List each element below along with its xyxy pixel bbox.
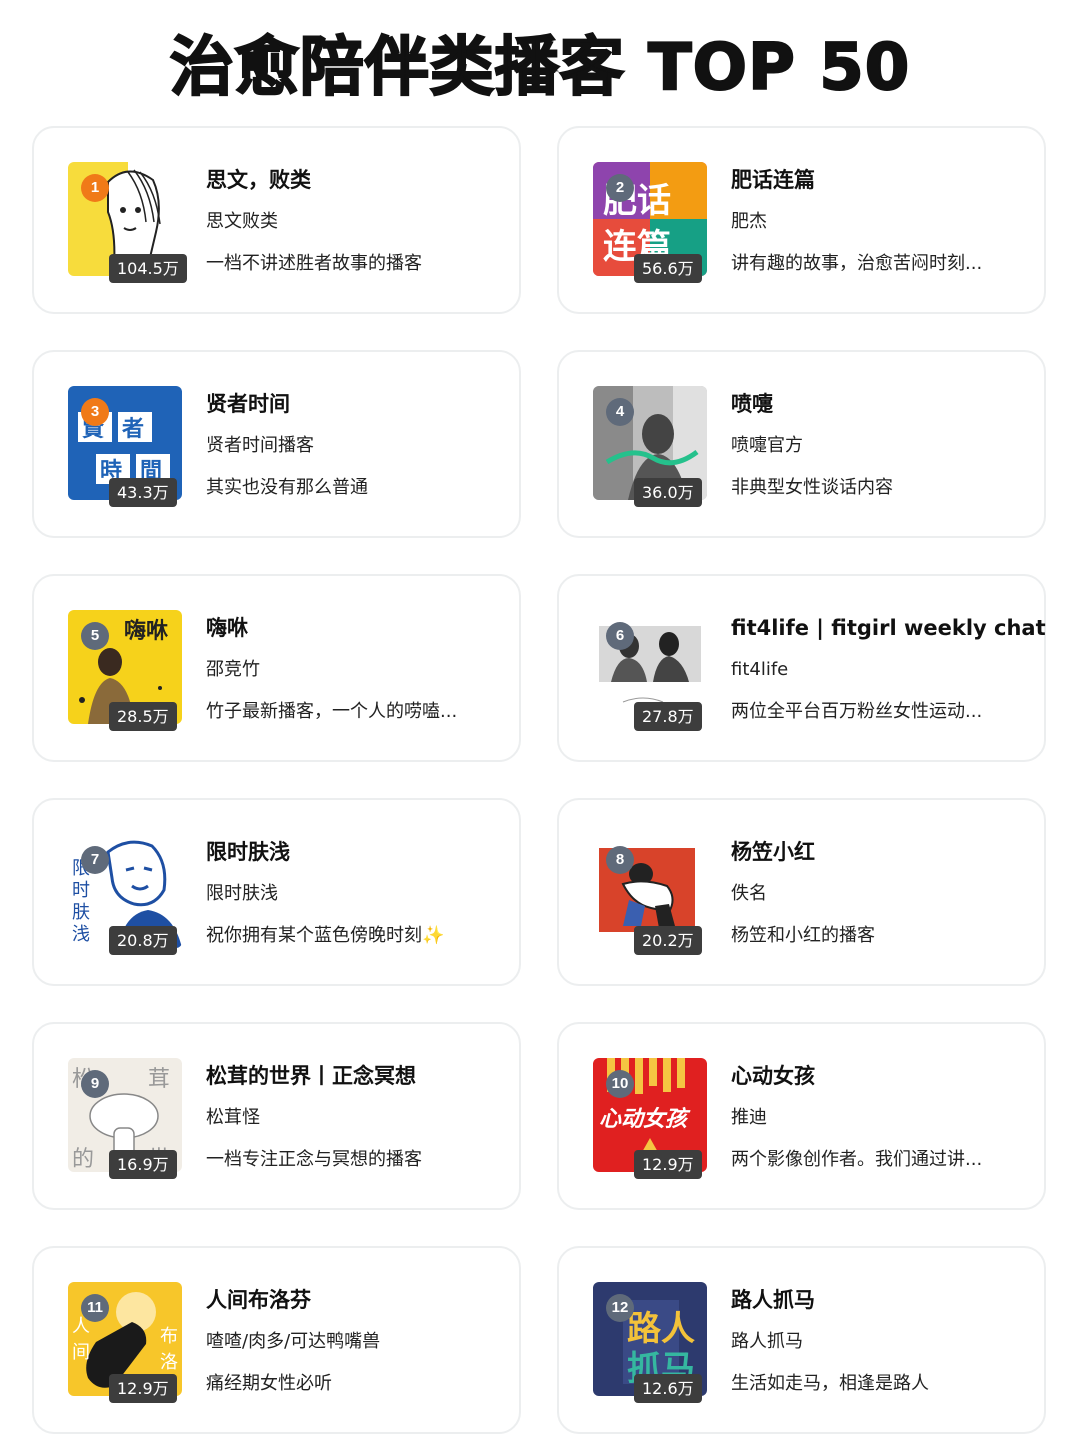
podcast-title[interactable]: 心动女孩 xyxy=(731,1060,1031,1092)
play-count-badge: 36.0万 xyxy=(634,478,702,507)
podcast-title[interactable]: 松茸的世界丨正念冥想 xyxy=(206,1060,506,1092)
podcast-description: 祝你拥有某个蓝色傍晚时刻✨ xyxy=(206,925,445,946)
podcast-title[interactable]: 喷嚏 xyxy=(731,388,1031,420)
podcast-title[interactable]: 思文，败类 xyxy=(206,164,506,196)
podcast-description: 两个影像创作者。我们通过讲... xyxy=(731,1149,983,1170)
rank-badge: 12 xyxy=(606,1294,634,1322)
podcast-title[interactable]: 人间布洛芬 xyxy=(206,1284,506,1316)
podcast-card[interactable]: 嗨咻 5 28.5万 嗨咻 邵竞竹 竹子最新播客，一个人的唠嗑... xyxy=(32,574,521,762)
podcast-title[interactable]: fit4life | fitgirl weekly chat xyxy=(731,612,1046,644)
podcast-card[interactable]: 肥话 连篇 2 56.6万 肥话连篇 肥杰 讲有趣的故事，治愈苦闷时刻... xyxy=(557,126,1046,314)
rank-badge: 3 xyxy=(81,398,109,426)
podcast-author: 松茸怪 xyxy=(206,1107,260,1128)
svg-text:时: 时 xyxy=(72,880,90,901)
podcast-title[interactable]: 嗨咻 xyxy=(206,612,506,644)
podcast-card[interactable]: 人 间 布 洛 11 12.9万 人间布洛芬 喳喳/肉多/可达鸭嘴兽 痛经期女性… xyxy=(32,1246,521,1434)
podcast-description: 生活如走马，相逢是路人 xyxy=(731,1373,929,1394)
podcast-card[interactable]: 8 20.2万 杨笠小红 佚名 杨笠和小红的播客 xyxy=(557,798,1046,986)
podcast-author: fit4life xyxy=(731,659,789,680)
rank-badge: 5 xyxy=(81,622,109,650)
podcast-card[interactable]: 松 茸 的 世 9 16.9万 松茸的世界丨正念冥想 松茸怪 一档专注正念与冥想… xyxy=(32,1022,521,1210)
podcast-description: 非典型女性谈话内容 xyxy=(731,477,893,498)
play-count-badge: 16.9万 xyxy=(109,1150,177,1179)
rank-badge: 9 xyxy=(81,1070,109,1098)
play-count-badge: 27.8万 xyxy=(634,702,702,731)
podcast-title[interactable]: 限时肤浅 xyxy=(206,836,506,868)
svg-text:的: 的 xyxy=(72,1147,94,1172)
svg-text:嗨咻: 嗨咻 xyxy=(124,618,168,644)
podcast-description: 一档不讲述胜者故事的播客 xyxy=(206,253,422,274)
podcast-description: 两位全平台百万粉丝女性运动... xyxy=(731,701,983,722)
svg-text:布: 布 xyxy=(160,1326,178,1347)
rank-badge: 6 xyxy=(606,622,634,650)
rank-badge: 10 xyxy=(606,1070,634,1098)
podcast-title[interactable]: 肥话连篇 xyxy=(731,164,1031,196)
podcast-title[interactable]: 贤者时间 xyxy=(206,388,506,420)
podcast-title[interactable]: 路人抓马 xyxy=(731,1284,1031,1316)
podcast-author: 贤者时间播客 xyxy=(206,435,314,456)
podcast-author: 路人抓马 xyxy=(731,1331,803,1352)
podcast-author: 喷嚏官方 xyxy=(731,435,803,456)
podcast-card[interactable]: 路人 抓马 12 12.6万 路人抓马 路人抓马 生活如走马，相逢是路人 xyxy=(557,1246,1046,1434)
podcast-author: 推迪 xyxy=(731,1107,767,1128)
play-count-badge: 20.8万 xyxy=(109,926,177,955)
podcast-description: 其实也没有那么普通 xyxy=(206,477,368,498)
play-count-badge: 56.6万 xyxy=(634,254,702,283)
svg-text:者: 者 xyxy=(121,417,144,442)
rank-badge: 2 xyxy=(606,174,634,202)
podcast-description: 痛经期女性必听 xyxy=(206,1373,332,1394)
svg-text:肤: 肤 xyxy=(72,902,90,923)
podcast-card[interactable]: 4 36.0万 喷嚏 喷嚏官方 非典型女性谈话内容 xyxy=(557,350,1046,538)
rank-badge: 7 xyxy=(81,846,109,874)
rank-badge: 8 xyxy=(606,846,634,874)
podcast-card[interactable]: 限 时 肤 浅 7 20.8万 限时肤浅 限时肤浅 祝你拥有某个蓝色傍晚时刻✨ xyxy=(32,798,521,986)
podcast-description: 竹子最新播客，一个人的唠嗑... xyxy=(206,701,458,722)
podcast-author: 喳喳/肉多/可达鸭嘴兽 xyxy=(206,1331,381,1352)
podcast-card[interactable]: 賢 者 時 間 3 43.3万 贤者时间 贤者时间播客 其实也没有那么普通 xyxy=(32,350,521,538)
play-count-badge: 12.9万 xyxy=(634,1150,702,1179)
play-count-badge: 12.6万 xyxy=(634,1374,702,1403)
svg-text:间: 间 xyxy=(72,1342,90,1363)
rank-badge: 4 xyxy=(606,398,634,426)
podcast-author: 肥杰 xyxy=(731,211,767,232)
svg-text:茸: 茸 xyxy=(148,1067,170,1092)
svg-text:洛: 洛 xyxy=(160,1352,178,1373)
podcast-grid: 1 104.5万 思文，败类 思文败类 一档不讲述胜者故事的播客 肥话 连篇 2… xyxy=(0,0,1080,1443)
play-count-badge: 12.9万 xyxy=(109,1374,177,1403)
podcast-description: 杨笠和小红的播客 xyxy=(731,925,875,946)
podcast-title[interactable]: 杨笠小红 xyxy=(731,836,1031,868)
play-count-badge: 20.2万 xyxy=(634,926,702,955)
rank-badge: 1 xyxy=(81,174,109,202)
play-count-badge: 104.5万 xyxy=(109,254,187,283)
podcast-author: 邵竞竹 xyxy=(206,659,260,680)
play-count-badge: 28.5万 xyxy=(109,702,177,731)
podcast-card[interactable]: 1 104.5万 思文，败类 思文败类 一档不讲述胜者故事的播客 xyxy=(32,126,521,314)
play-count-badge: 43.3万 xyxy=(109,478,177,507)
podcast-card[interactable]: 6 27.8万 fit4life | fitgirl weekly chat f… xyxy=(557,574,1046,762)
podcast-author: 思文败类 xyxy=(206,211,278,232)
svg-text:浅: 浅 xyxy=(72,924,90,945)
svg-text:心动女孩: 心动女孩 xyxy=(599,1106,691,1132)
podcast-description: 讲有趣的故事，治愈苦闷时刻... xyxy=(731,253,983,274)
podcast-author: 佚名 xyxy=(731,883,767,904)
podcast-description: 一档专注正念与冥想的播客 xyxy=(206,1149,422,1170)
podcast-card[interactable]: 心动女孩 10 12.9万 心动女孩 推迪 两个影像创作者。我们通过讲... xyxy=(557,1022,1046,1210)
podcast-author: 限时肤浅 xyxy=(206,883,278,904)
rank-badge: 11 xyxy=(81,1294,109,1322)
svg-text:路人: 路人 xyxy=(627,1309,695,1349)
